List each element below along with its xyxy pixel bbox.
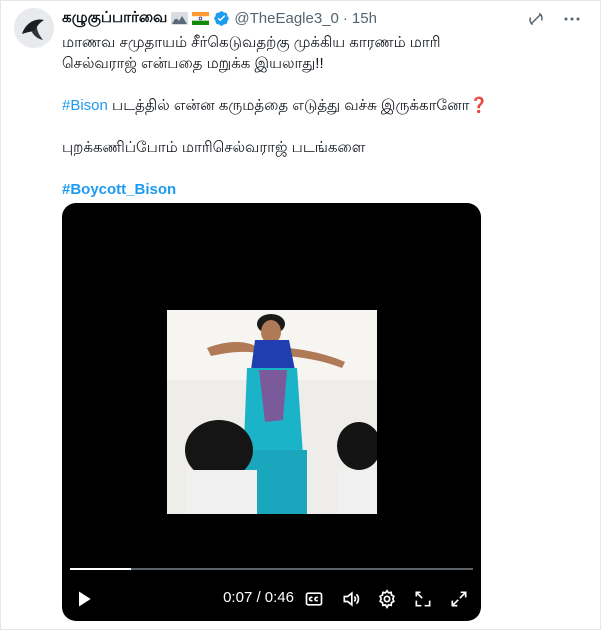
pip-icon[interactable] bbox=[407, 583, 439, 615]
author-handle[interactable]: @TheEagle3_0 bbox=[234, 10, 338, 27]
tweet-line-3: #Bison படத்தில் என்ன கருமத்தை எடுத்து வச… bbox=[62, 95, 562, 116]
avatar[interactable] bbox=[14, 8, 54, 48]
tweet-line-1: மாணவ சமுதாயம் சீர்கெடுவதற்கு முக்கிய கார… bbox=[62, 34, 441, 51]
play-icon[interactable] bbox=[68, 583, 100, 615]
video-progress-fill bbox=[70, 568, 132, 570]
tweet-actions-top bbox=[527, 10, 581, 28]
tweet-header: கழுகுப்பார்வை @TheEagle3_0 · 15h bbox=[62, 8, 377, 28]
separator-dot: · bbox=[342, 9, 348, 27]
mountains-emoji bbox=[171, 11, 189, 25]
india-flag-emoji bbox=[192, 11, 210, 25]
author-name[interactable]: கழுகுப்பார்வை bbox=[62, 9, 167, 28]
verified-badge-icon bbox=[214, 10, 230, 26]
grok-icon[interactable] bbox=[527, 10, 545, 28]
volume-icon[interactable] bbox=[335, 583, 367, 615]
tweet-text: மாணவ சமுதாயம் சீர்கெடுவதற்கு முக்கிய கார… bbox=[62, 32, 562, 200]
question-emoji: ❓ bbox=[469, 97, 489, 114]
tweet-line-2: செல்வராஜ் என்பதை மறுக்க இயலாது!! bbox=[62, 55, 324, 72]
fullscreen-icon[interactable] bbox=[443, 583, 475, 615]
tweet-line-3-text: படத்தில் என்ன கருமத்தை எடுத்து வச்சு இரு… bbox=[107, 97, 470, 114]
captions-icon[interactable] bbox=[298, 583, 330, 615]
hashtag-bison[interactable]: #Bison bbox=[62, 97, 108, 114]
settings-icon[interactable] bbox=[371, 583, 403, 615]
video-frame bbox=[167, 310, 377, 514]
video-controls: 0:07 / 0:46 bbox=[62, 583, 481, 615]
tweet-line-4: புறக்கணிப்போம் மாரிசெல்வராஜ் படங்களை bbox=[62, 139, 366, 156]
tweet-timestamp[interactable]: 15h bbox=[352, 10, 377, 27]
video-player[interactable]: 0:07 / 0:46 bbox=[62, 203, 481, 621]
video-time: 0:07 / 0:46 bbox=[223, 589, 294, 606]
more-icon[interactable] bbox=[563, 10, 581, 28]
hashtag-boycott-bison[interactable]: #Boycott_Bison bbox=[62, 181, 176, 198]
video-progress-bar[interactable] bbox=[70, 568, 473, 570]
